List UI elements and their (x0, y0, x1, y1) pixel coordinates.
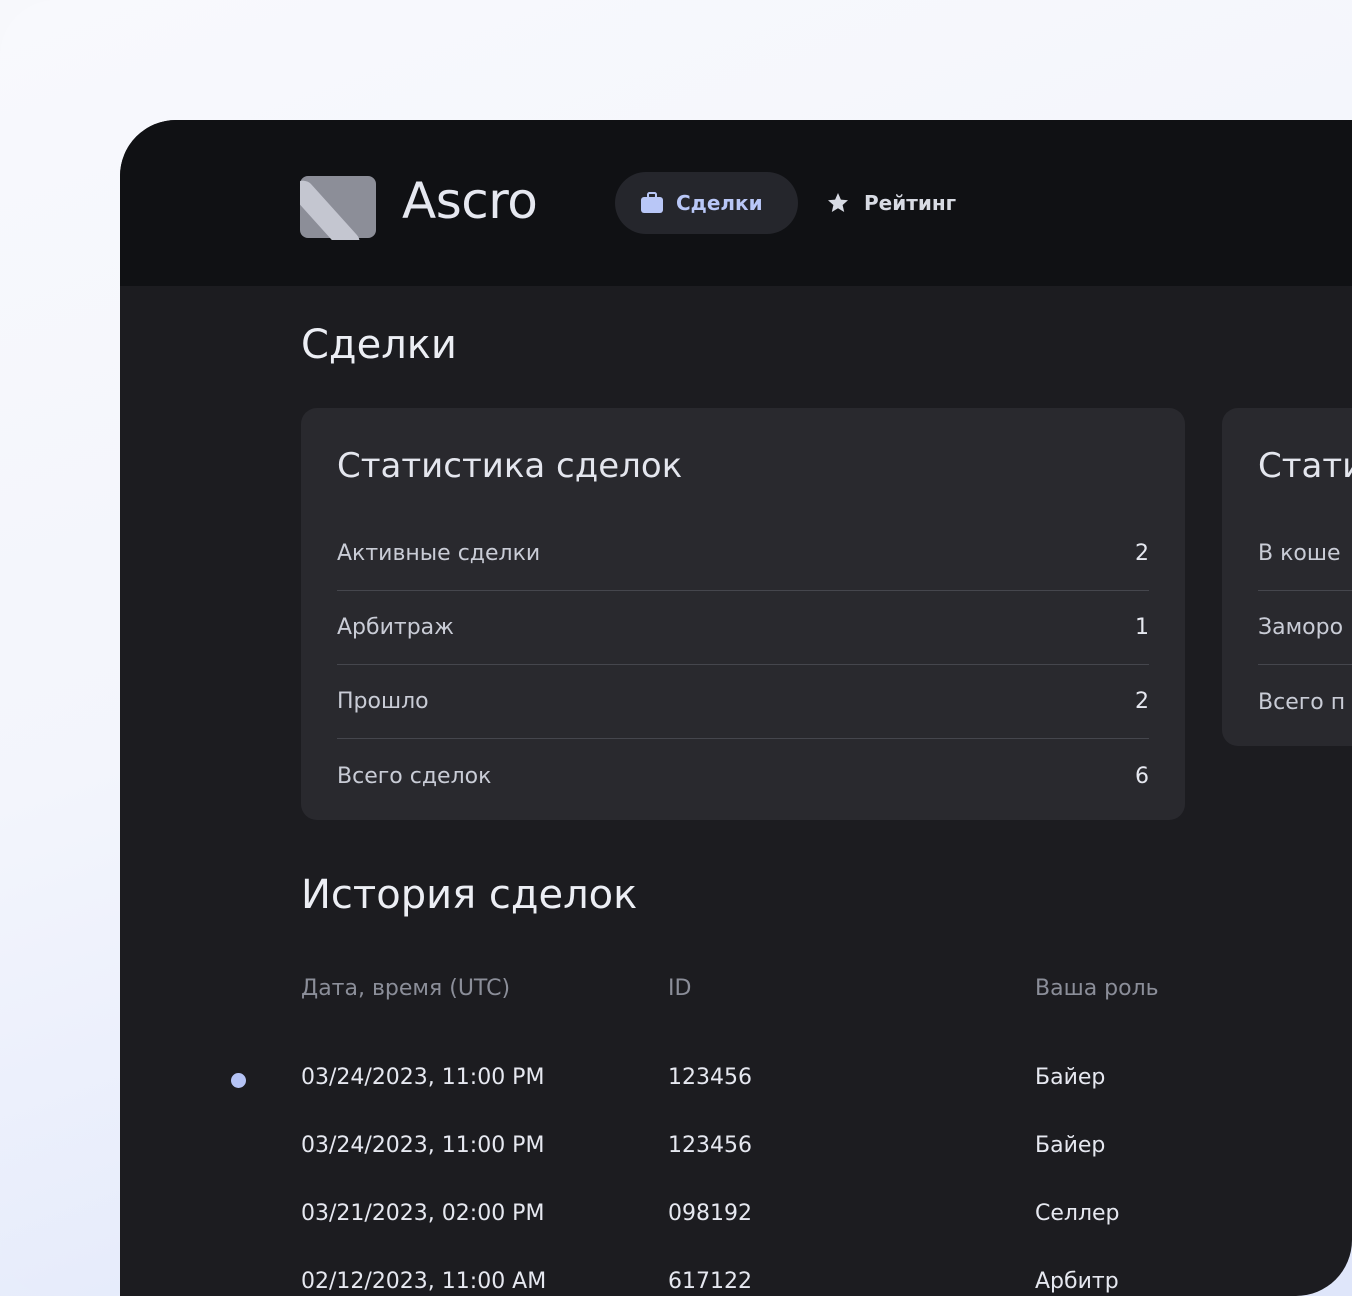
nav-item-deals[interactable]: Сделки (615, 172, 798, 234)
briefcase-icon (641, 192, 663, 213)
stat-label: Всего сделок (337, 763, 492, 789)
column-header-date[interactable]: Дата, время (UTC) (301, 976, 510, 1001)
stat-label: Прошло (337, 689, 429, 714)
nav-item-deals-label: Сделки (676, 191, 763, 215)
cell-id: 617122 (668, 1269, 752, 1294)
stat-row-passed: Прошло 2 (337, 665, 1149, 739)
page-background: Ascro Сделки Рейтинг Сделки Статистика с… (0, 0, 1352, 1296)
stat-row-active: Активные сделки 2 (337, 517, 1149, 591)
app-window: Ascro Сделки Рейтинг Сделки Статистика с… (120, 120, 1352, 1296)
cell-role: Арбитр (1035, 1269, 1119, 1294)
star-icon (828, 193, 848, 212)
page-title: Сделки (301, 322, 457, 368)
cell-date: 03/24/2023, 11:00 PM (301, 1065, 545, 1090)
deals-stats-card: Статистика сделок Активные сделки 2 Арби… (301, 408, 1185, 820)
cell-role: Байер (1035, 1133, 1106, 1158)
stat-label: В коше (1258, 541, 1341, 566)
brand-name[interactable]: Ascro (402, 172, 538, 230)
deals-stats-title: Статистика сделок (337, 446, 683, 486)
wallet-stats-card: Стати В коше Заморо Всего п (1222, 408, 1352, 746)
unread-indicator (231, 1073, 246, 1088)
cell-id: 123456 (668, 1065, 752, 1090)
stat-row-arbitration: Арбитраж 1 (337, 591, 1149, 665)
stat-row-frozen: Заморо (1258, 591, 1352, 665)
column-header-id[interactable]: ID (668, 976, 691, 1001)
stat-label: Заморо (1258, 615, 1344, 640)
column-header-role[interactable]: Ваша роль (1035, 976, 1159, 1001)
ascro-logo-icon[interactable] (300, 164, 376, 240)
cell-date: 03/24/2023, 11:00 PM (301, 1133, 545, 1158)
cell-role: Селлер (1035, 1201, 1120, 1226)
cell-id: 123456 (668, 1133, 752, 1158)
wallet-stats-title: Стати (1258, 446, 1352, 486)
stat-value: 1 (1135, 615, 1149, 640)
top-navigation-bar: Ascro Сделки Рейтинг (120, 120, 1352, 286)
cell-date: 02/12/2023, 11:00 AM (301, 1269, 547, 1294)
stat-row-total-wallet: Всего п (1258, 665, 1352, 739)
stat-label: Активные сделки (337, 541, 541, 566)
nav-item-rating-label: Рейтинг (864, 191, 957, 215)
stat-row-wallet: В коше (1258, 517, 1352, 591)
cell-date: 03/21/2023, 02:00 PM (301, 1201, 545, 1226)
stat-row-total: Всего сделок 6 (337, 739, 1149, 813)
nav-item-rating[interactable]: Рейтинг (826, 172, 956, 234)
stat-label: Арбитраж (337, 615, 454, 640)
cell-id: 098192 (668, 1201, 752, 1226)
stat-label: Всего п (1258, 689, 1346, 715)
history-title: История сделок (301, 872, 638, 918)
stat-value: 6 (1135, 763, 1149, 789)
stat-value: 2 (1135, 541, 1149, 566)
stat-value: 2 (1135, 689, 1149, 714)
cell-role: Байер (1035, 1065, 1106, 1090)
